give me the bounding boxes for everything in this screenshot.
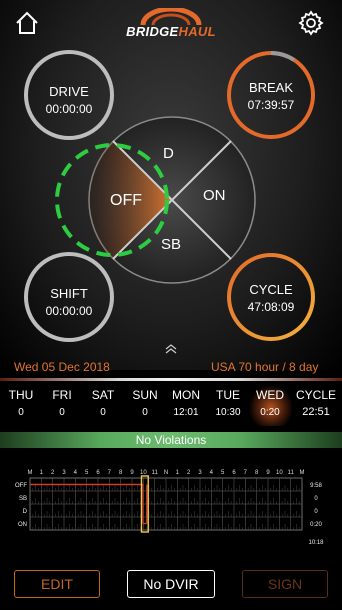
day-hours: 0 bbox=[59, 407, 65, 418]
row-total: 0:20 bbox=[310, 522, 322, 528]
hour-label: 7 bbox=[108, 470, 112, 476]
day-name: FRI bbox=[52, 388, 72, 402]
recap-day[interactable]: SUN 0 bbox=[124, 388, 166, 418]
row-label: D bbox=[23, 509, 28, 515]
sign-button[interactable]: SIGN bbox=[242, 570, 328, 598]
weekly-recap: THU 0 FRI 0 SAT 0 SUN 0 MON 12:01 TUE 10… bbox=[0, 388, 342, 428]
status-wheel[interactable]: OFF ON D SB bbox=[0, 0, 342, 360]
edit-button[interactable]: EDIT bbox=[14, 570, 100, 598]
day-hours: 0:20 bbox=[260, 407, 280, 418]
day-hours: 0 bbox=[18, 407, 24, 418]
hour-label: 10 bbox=[276, 470, 283, 476]
cycle-rule[interactable]: USA 70 hour / 8 day bbox=[211, 360, 318, 374]
hour-label: 9 bbox=[266, 470, 270, 476]
hour-label: M bbox=[300, 470, 305, 476]
row-label: ON bbox=[18, 522, 27, 528]
hour-label: 2 bbox=[187, 470, 191, 476]
violations-banner[interactable]: No Violations bbox=[0, 432, 342, 448]
cycle-col-value: 22:51 bbox=[302, 406, 330, 418]
hour-label: 11 bbox=[288, 470, 295, 476]
hour-label: 10 bbox=[140, 470, 147, 476]
hour-label: 1 bbox=[176, 470, 180, 476]
hour-label: 8 bbox=[119, 470, 123, 476]
current-date[interactable]: Wed 05 Dec 2018 bbox=[14, 360, 110, 374]
hour-label: 6 bbox=[232, 470, 236, 476]
hour-label: N bbox=[164, 470, 168, 476]
chevron-up-icon[interactable] bbox=[163, 342, 179, 354]
day-name: SAT bbox=[91, 388, 115, 402]
status-off[interactable]: OFF bbox=[110, 192, 142, 210]
day-hours: 10:30 bbox=[215, 407, 241, 418]
recap-day-today[interactable]: WED 0:20 bbox=[249, 388, 291, 418]
recap-day[interactable]: FRI 0 bbox=[41, 388, 83, 418]
hour-label: M bbox=[28, 470, 33, 476]
status-driving[interactable]: D bbox=[163, 145, 174, 162]
row-total: 9:58 bbox=[310, 483, 322, 489]
status-on[interactable]: ON bbox=[203, 187, 226, 204]
hour-label: 3 bbox=[198, 470, 202, 476]
recap-day[interactable]: SAT 0 bbox=[82, 388, 124, 418]
hour-label: 5 bbox=[221, 470, 225, 476]
recap-cycle: CYCLE 22:51 bbox=[291, 388, 341, 418]
day-hours: 12:01 bbox=[173, 407, 199, 418]
day-name: WED bbox=[256, 388, 284, 402]
dvir-button[interactable]: No DVIR bbox=[127, 570, 215, 598]
row-total: 0 bbox=[314, 509, 318, 515]
cycle-col-label: CYCLE bbox=[295, 388, 336, 402]
hour-label: 4 bbox=[210, 470, 214, 476]
hour-label: 5 bbox=[85, 470, 89, 476]
row-label: OFF bbox=[15, 483, 27, 489]
grid-total: 10:18 bbox=[308, 540, 324, 546]
day-hours: 0 bbox=[142, 407, 148, 418]
day-name: TUE bbox=[216, 388, 240, 402]
hour-label: 2 bbox=[51, 470, 55, 476]
hour-label: 6 bbox=[96, 470, 100, 476]
row-total: 0 bbox=[314, 496, 318, 502]
hour-label: 8 bbox=[255, 470, 259, 476]
recap-day[interactable]: THU 0 bbox=[0, 388, 42, 418]
day-name: THU bbox=[8, 388, 34, 402]
row-label: SB bbox=[19, 496, 27, 502]
log-grid[interactable]: M 1 2 3 4 5 6 7 8 9 10 11 N 1 2 3 4 5 6 7 8 9 10 11 M OFF 9:58 SB 0 D… bbox=[10, 462, 332, 552]
hour-label: 7 bbox=[244, 470, 248, 476]
hour-label: 1 bbox=[40, 470, 44, 476]
hour-label: 3 bbox=[62, 470, 66, 476]
status-sleeper[interactable]: SB bbox=[161, 236, 181, 253]
hour-label: 4 bbox=[74, 470, 78, 476]
log-grid-svg: M 1 2 3 4 5 6 7 8 9 10 11 N 1 2 3 4 5 6 7 8 9 10 11 M OFF 9:58 SB 0 D… bbox=[15, 470, 324, 546]
hour-label: 11 bbox=[152, 470, 159, 476]
day-hours: 0 bbox=[100, 407, 106, 418]
date-rule-row: Wed 05 Dec 2018 USA 70 hour / 8 day bbox=[0, 358, 342, 376]
divider bbox=[0, 378, 342, 381]
hour-label: 9 bbox=[130, 470, 134, 476]
day-name: MON bbox=[172, 388, 200, 402]
recap-day[interactable]: TUE 10:30 bbox=[207, 388, 249, 418]
day-name: SUN bbox=[132, 388, 158, 402]
recap-day[interactable]: MON 12:01 bbox=[165, 388, 207, 418]
